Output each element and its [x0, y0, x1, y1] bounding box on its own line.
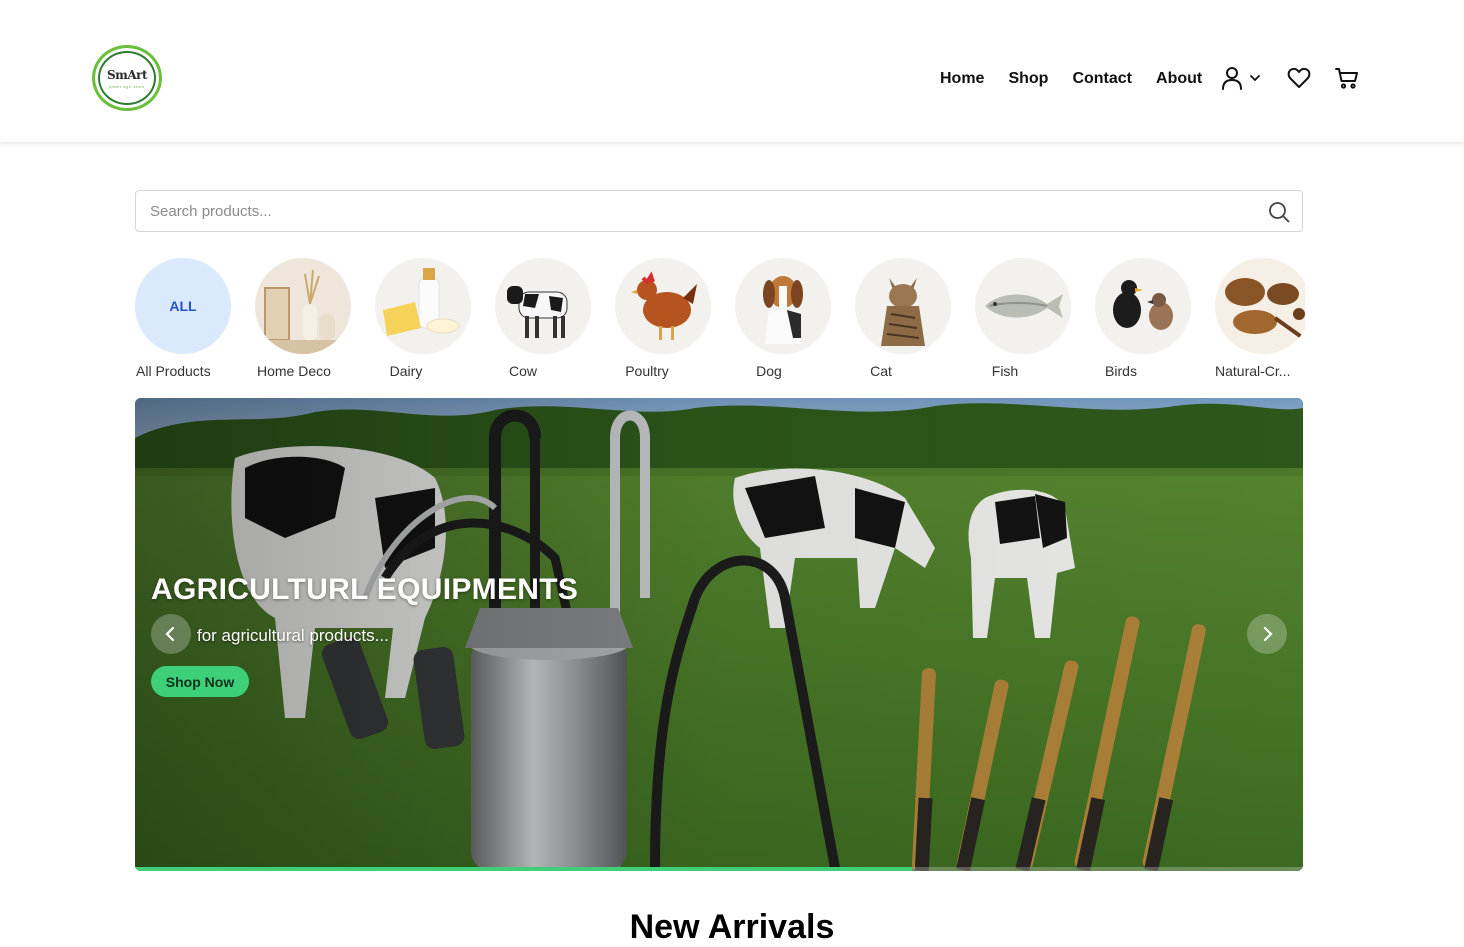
category-label: Dog: [756, 363, 782, 379]
nav-contact-link[interactable]: Contact: [1072, 70, 1132, 88]
nav-about-link[interactable]: About: [1156, 70, 1202, 88]
category-strip: ALL All Products Home Deco Dairy Cow Pou…: [135, 258, 1305, 383]
dog-image: [735, 258, 831, 354]
category-label: Cow: [508, 363, 537, 379]
category-fish[interactable]: Fish: [975, 258, 1085, 383]
user-icon: [1222, 67, 1242, 90]
logo-subtitle: smart agri store: [109, 83, 145, 89]
cart-icon: [1335, 68, 1358, 89]
carousel-progress-fill: [135, 867, 912, 871]
home-deco-image: [255, 258, 351, 354]
account-menu-button[interactable]: [1220, 64, 1262, 92]
fish-image: [975, 258, 1071, 354]
cat-image: [855, 258, 951, 354]
search-input[interactable]: [150, 191, 1250, 231]
category-label: Dairy: [389, 363, 423, 379]
category-birds[interactable]: Birds: [1095, 258, 1205, 383]
carousel-next-button[interactable]: [1247, 614, 1287, 654]
shop-now-button[interactable]: Shop Now: [151, 666, 249, 697]
search-icon[interactable]: [1268, 201, 1290, 223]
natural-crafts-image: [1215, 258, 1305, 354]
carousel-progress: [135, 867, 1303, 871]
chevron-down-icon: [1250, 75, 1260, 82]
main-nav: Home Shop Contact About: [940, 66, 1226, 92]
all-badge: ALL: [169, 298, 197, 314]
nav-home-link[interactable]: Home: [940, 70, 984, 88]
category-label: Natural-Cr...: [1215, 363, 1291, 379]
chevron-right-icon: [1263, 626, 1273, 642]
chevron-left-icon: [165, 626, 175, 642]
category-dog[interactable]: Dog: [735, 258, 845, 383]
wishlist-button[interactable]: [1286, 64, 1312, 92]
category-home-deco[interactable]: Home Deco: [255, 258, 365, 383]
category-all-products[interactable]: ALL All Products: [135, 258, 245, 383]
category-natural-crafts[interactable]: Natural-Cr...: [1215, 258, 1305, 383]
category-label: Birds: [1105, 363, 1137, 379]
new-arrivals-heading: New Arrivals: [629, 908, 835, 946]
category-label: Poultry: [625, 363, 669, 379]
category-cow[interactable]: Cow: [495, 258, 605, 383]
cart-button[interactable]: [1334, 64, 1360, 92]
category-cat[interactable]: Cat: [855, 258, 965, 383]
header-actions: [1220, 64, 1360, 92]
nav-shop-link[interactable]: Shop: [1008, 70, 1048, 88]
category-label: All Products: [136, 363, 211, 379]
brand-logo[interactable]: SmArt smart agri store: [92, 45, 162, 111]
poultry-image: [615, 258, 711, 354]
carousel-prev-button[interactable]: [151, 614, 191, 654]
category-dairy[interactable]: Dairy: [375, 258, 485, 383]
category-label: Home Deco: [257, 363, 331, 379]
hero-title: AGRICULTURL EQUIPMENTS: [151, 573, 579, 606]
cow-image: [495, 258, 591, 354]
logo-text: SmArt: [106, 67, 148, 82]
hero-subtitle: for agricultural products...: [197, 626, 389, 645]
category-label: Fish: [991, 363, 1019, 379]
hero-carousel: AGRICULTURL EQUIPMENTS for agricultural …: [135, 398, 1303, 871]
site-header: SmArt smart agri store Home Shop Contact…: [0, 0, 1464, 142]
birds-image: [1095, 258, 1191, 354]
search-bar: [135, 190, 1303, 232]
category-poultry[interactable]: Poultry: [615, 258, 725, 383]
category-all-circle: ALL: [135, 258, 231, 354]
heart-icon: [1287, 67, 1311, 88]
category-label: Cat: [870, 363, 892, 379]
dairy-image: [375, 258, 471, 354]
